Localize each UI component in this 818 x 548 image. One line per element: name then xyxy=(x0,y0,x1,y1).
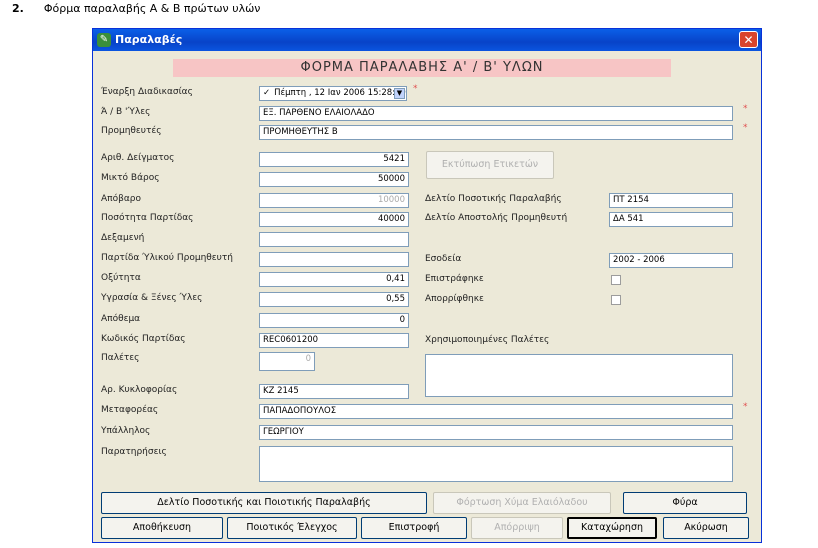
materials-field[interactable]: ΕΞ. ΠΑΡΘΕΝΟ ΕΛΑΙΟΛΑΔΟ xyxy=(259,106,733,121)
label-season: Εσοδεία xyxy=(425,254,462,264)
acidity-field[interactable]: 0,41 xyxy=(259,272,409,287)
label-rejected: Απορρίφθηκε xyxy=(425,294,484,304)
employee-field[interactable]: ΓΕΩΡΓΙΟΥ xyxy=(259,425,733,440)
carrier-field[interactable]: ΠΑΠΑΔΟΠΟΥΛΟΣ xyxy=(259,404,733,419)
label-plate: Αρ. Κυκλοφορίας xyxy=(101,385,178,395)
caption-number: 2. xyxy=(12,2,24,15)
label-employee: Υπάλληλος xyxy=(101,426,151,436)
start-date-value: Πέμπτη , 12 Ιαν 2006 15:28:09 xyxy=(274,88,406,98)
return-button[interactable]: Επιστροφή xyxy=(361,517,467,539)
receipts-window: ✎ Παραλαβές ✕ ΦΟΡΜΑ ΠΑΡΑΛΑΒΗΣ Α' / Β' ΥΛ… xyxy=(92,28,762,543)
print-labels-button[interactable]: Εκτύπωση Ετικετών xyxy=(426,151,554,179)
season-field[interactable]: 2002 - 2006 xyxy=(609,253,733,268)
quality-control-button[interactable]: Ποιοτικός Έλεγχος xyxy=(227,517,357,539)
returned-checkbox[interactable] xyxy=(611,275,621,285)
used-pallets-list[interactable] xyxy=(425,354,733,397)
fyra-button[interactable]: Φύρα xyxy=(623,492,747,514)
pallets-field[interactable]: 0 xyxy=(259,352,315,371)
chevron-down-icon[interactable]: ▼ xyxy=(394,88,405,99)
gross-weight-field[interactable]: 50000 xyxy=(259,172,409,187)
cancel-button[interactable]: Ακύρωση xyxy=(663,517,749,539)
label-carrier: Μεταφορέας xyxy=(101,405,159,415)
rejected-checkbox[interactable] xyxy=(611,295,621,305)
label-supplier-batch: Παρτίδα Ύλικού Προμηθευτή xyxy=(101,253,233,263)
load-pomace-button[interactable]: Φόρτωση Χύμα Ελαιόλαδου xyxy=(433,492,611,514)
tank-field[interactable] xyxy=(259,232,409,247)
window-title: Παραλαβές xyxy=(115,33,183,46)
label-tank: Δεξαμενή xyxy=(101,233,145,243)
stock-field[interactable]: 0 xyxy=(259,313,409,328)
start-date-checkbox[interactable]: ✓ xyxy=(263,88,270,98)
label-batch-code: Κωδικός Παρτίδας xyxy=(101,334,186,344)
label-supplier: Προμηθευτές xyxy=(101,126,162,136)
quantity-field[interactable]: 40000 xyxy=(259,212,409,227)
label-qty-slip: Δελτίο Ποσοτικής Παραλαβής xyxy=(425,194,562,204)
required-marker: * xyxy=(743,402,748,412)
label-ship-slip: Δελτίο Αποστολής Προμηθευτή xyxy=(425,213,568,223)
label-acidity: Οξύτητα xyxy=(101,273,141,283)
required-marker: * xyxy=(413,84,418,94)
required-marker: * xyxy=(743,123,748,133)
label-sample-no: Αριθ. Δείγματος xyxy=(101,153,175,163)
form-banner: ΦΟΡΜΑ ΠΑΡΑΛΑΒΗΣ Α' / Β' ΥΛΩΝ xyxy=(173,59,671,77)
label-qty: Ποσότητα Παρτίδας xyxy=(101,213,194,223)
form-icon: ✎ xyxy=(97,33,111,47)
plate-field[interactable]: ΚΖ 2145 xyxy=(259,384,409,399)
label-gross: Μικτό Βάρος xyxy=(101,173,160,183)
reject-button[interactable]: Απόρριψη xyxy=(471,517,563,539)
tare-field[interactable]: 10000 xyxy=(259,193,409,208)
label-moisture: Υγρασία & Ξένες Ύλες xyxy=(101,293,203,303)
label-materials: Ά / Β 'Ύλες xyxy=(101,107,151,117)
ship-slip-field[interactable]: ΔΑ 541 xyxy=(609,212,733,227)
required-marker: * xyxy=(743,104,748,114)
caption-text: Φόρμα παραλαβής Α & Β πρώτων υλών xyxy=(43,2,261,15)
start-date-picker[interactable]: ✓ Πέμπτη , 12 Ιαν 2006 15:28:09 ▼ xyxy=(259,86,407,101)
label-tare: Απόβαρο xyxy=(101,194,141,204)
label-notes: Παρατηρήσεις xyxy=(101,447,167,457)
label-returned: Επιστράφηκε xyxy=(425,274,484,284)
notes-field[interactable] xyxy=(259,446,733,482)
close-icon[interactable]: ✕ xyxy=(739,31,758,48)
supplier-field[interactable]: ΠΡΟΜΗΘΕΥΤΗΣ Β xyxy=(259,125,733,140)
page-caption: 2. Φόρμα παραλαβής Α & Β πρώτων υλών xyxy=(12,2,260,15)
label-pallets: Παλέτες xyxy=(101,353,140,363)
label-start: Έναρξη Διαδικασίας xyxy=(101,87,193,97)
batch-code-field[interactable]: REC0601200 xyxy=(259,333,409,348)
sample-no-field[interactable]: 5421 xyxy=(259,152,409,167)
save-button[interactable]: Αποθήκευση xyxy=(101,517,223,539)
qty-slip-field[interactable]: ΠΤ 2154 xyxy=(609,193,733,208)
qty-quality-slip-button[interactable]: Δελτίο Ποσοτικής και Ποιοτικής Παραλαβής xyxy=(101,492,427,514)
supplier-batch-field[interactable] xyxy=(259,252,409,267)
moisture-field[interactable]: 0,55 xyxy=(259,292,409,307)
title-bar[interactable]: ✎ Παραλαβές ✕ xyxy=(93,29,761,51)
label-used-pallets: Χρησιμοποιημένες Παλέτες xyxy=(425,335,550,345)
register-button[interactable]: Καταχώρηση xyxy=(567,517,657,539)
label-stock: Απόθεμα xyxy=(101,314,141,324)
